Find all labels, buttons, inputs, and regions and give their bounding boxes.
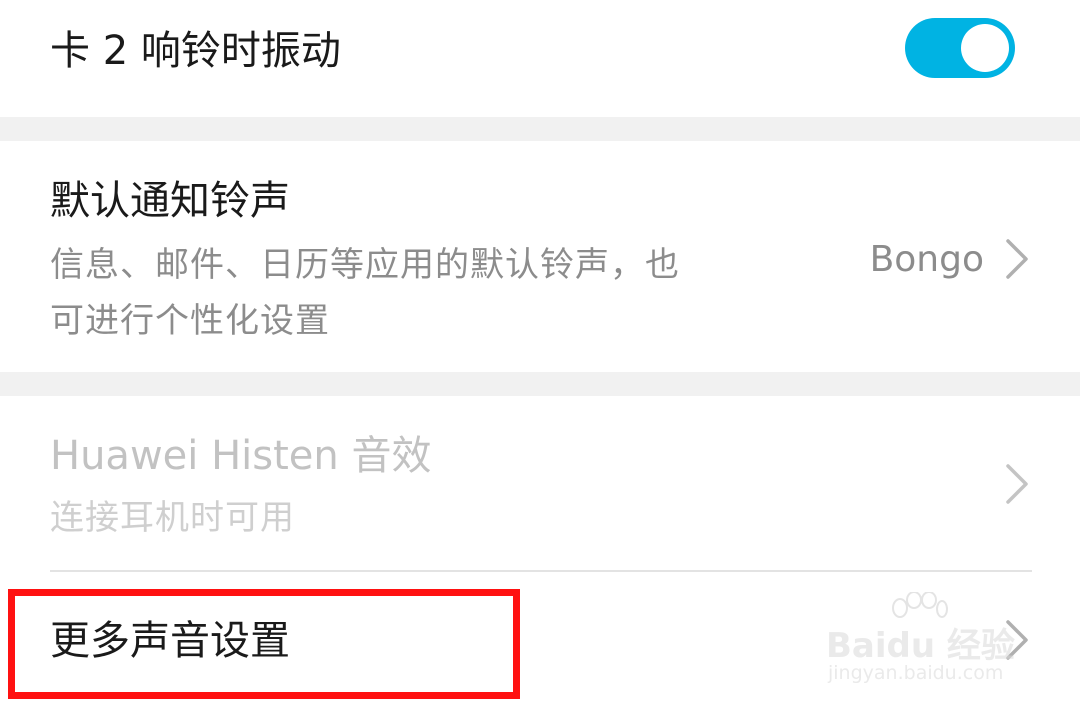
section-gap [0,117,1080,141]
sound-settings-screen: 卡 2 响铃时振动 默认通知铃声 信息、邮件、日历等应用的默认铃声，也 可进行个… [0,0,1080,708]
default-notification-value: Bongo [869,239,984,280]
default-notification-description: 信息、邮件、日历等应用的默认铃声，也 可进行个性化设置 [50,237,770,349]
baidu-watermark: Baidu 经验 jingyan.baidu.com [826,592,1026,692]
description-line-1: 信息、邮件、日历等应用的默认铃声，也 [50,245,680,285]
chevron-right-icon [1006,464,1028,504]
watermark-brand: Baidu 经验 [826,626,1015,666]
section-gap [0,372,1080,396]
description-line-2: 可进行个性化设置 [50,301,330,341]
histen-title: Huawei Histen 音效 [50,433,432,479]
card2-vibrate-toggle[interactable] [905,18,1015,78]
default-notification-title: 默认通知铃声 [50,178,290,224]
histen-description: 连接耳机时可用 [50,498,295,538]
watermark-url: jingyan.baidu.com [828,662,1004,684]
chevron-right-icon [1006,239,1028,279]
toggle-knob [961,24,1009,72]
card2-vibrate-row[interactable]: 卡 2 响铃时振动 [0,0,1080,117]
default-notification-row[interactable]: 默认通知铃声 信息、邮件、日历等应用的默认铃声，也 可进行个性化设置 Bongo [0,141,1080,372]
card2-vibrate-title: 卡 2 响铃时振动 [50,28,341,74]
histen-row[interactable]: Huawei Histen 音效 连接耳机时可用 [0,396,1080,571]
highlight-box [8,589,520,699]
